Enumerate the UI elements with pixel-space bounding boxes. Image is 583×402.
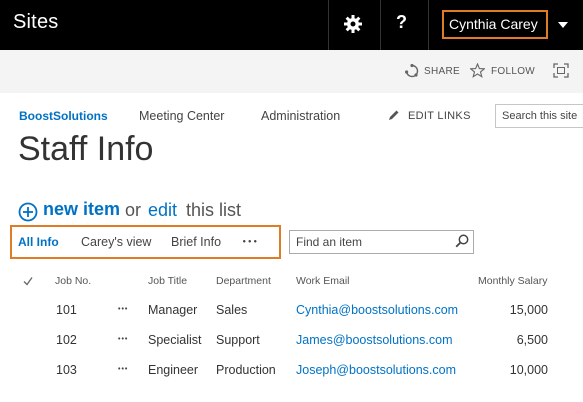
user-name[interactable]: Cynthia Carey — [449, 16, 538, 32]
gear-icon[interactable] — [343, 14, 363, 34]
suite-separator — [380, 0, 381, 50]
site-search-placeholder: Search this site — [502, 110, 578, 122]
cell-job-title: Manager — [148, 303, 198, 317]
more-views-button[interactable]: ••• — [242, 238, 258, 246]
tab-careys-view[interactable]: Carey's view — [81, 235, 151, 249]
cell-work-email[interactable]: James@boostsolutions.com — [296, 333, 453, 347]
nav-item-home[interactable]: BoostSolutions — [19, 109, 108, 123]
follow-button[interactable]: FOLLOW — [491, 66, 535, 77]
row-menu-button[interactable]: ••• — [118, 336, 128, 343]
search-icon[interactable] — [455, 234, 469, 248]
tab-brief-info[interactable]: Brief Info — [171, 235, 221, 249]
row-menu-button[interactable]: ••• — [118, 366, 128, 373]
cell-department: Support — [216, 333, 260, 347]
cell-monthly-salary: 15,000 — [509, 303, 548, 317]
caret-down-icon[interactable] — [558, 22, 568, 28]
tab-all-info[interactable]: All Info — [18, 235, 59, 249]
suite-separator — [328, 0, 329, 50]
star-icon[interactable] — [470, 63, 485, 78]
cell-job-no: 103 — [56, 363, 77, 377]
cell-job-title: Engineer — [148, 363, 199, 377]
edit-links-button[interactable]: EDIT LINKS — [408, 110, 471, 122]
column-header-monthly-salary[interactable]: Monthly Salary — [478, 275, 547, 287]
cell-monthly-salary: 6,500 — [516, 333, 548, 347]
pencil-icon[interactable] — [388, 109, 400, 121]
cell-job-title: Specialist — [148, 333, 202, 347]
select-all-check-icon[interactable] — [23, 276, 33, 286]
suite-separator — [428, 0, 429, 50]
nav-item-meeting-center[interactable]: Meeting Center — [139, 109, 224, 123]
column-header-job-no[interactable]: Job No. — [55, 275, 91, 287]
cell-department: Production — [216, 363, 276, 377]
cell-work-email[interactable]: Joseph@boostsolutions.com — [296, 363, 456, 377]
app-title[interactable]: Sites — [13, 11, 58, 34]
new-item-button[interactable]: new item — [43, 199, 120, 220]
find-item-placeholder: Find an item — [296, 235, 363, 249]
column-header-job-title[interactable]: Job Title — [148, 275, 187, 287]
or-label: or — [125, 200, 142, 220]
add-icon[interactable] — [18, 202, 38, 222]
cell-monthly-salary: 10,000 — [509, 363, 548, 377]
this-list-label: this list — [186, 200, 242, 220]
share-button[interactable]: SHARE — [424, 66, 460, 77]
cell-department: Sales — [216, 303, 248, 317]
cell-job-no: 102 — [56, 333, 77, 347]
row-menu-button[interactable]: ••• — [118, 306, 128, 313]
column-header-department[interactable]: Department — [216, 275, 271, 287]
cell-work-email[interactable]: Cynthia@boostsolutions.com — [296, 303, 458, 317]
edit-list-link[interactable]: edit — [148, 200, 177, 221]
help-icon[interactable]: ? — [396, 12, 407, 33]
page-title: Staff Info — [18, 130, 154, 168]
share-icon[interactable] — [405, 64, 419, 78]
column-header-work-email[interactable]: Work Email — [296, 275, 349, 287]
focus-content-icon[interactable] — [553, 63, 569, 78]
nav-item-administration[interactable]: Administration — [261, 109, 340, 123]
cell-job-no: 101 — [56, 303, 77, 317]
